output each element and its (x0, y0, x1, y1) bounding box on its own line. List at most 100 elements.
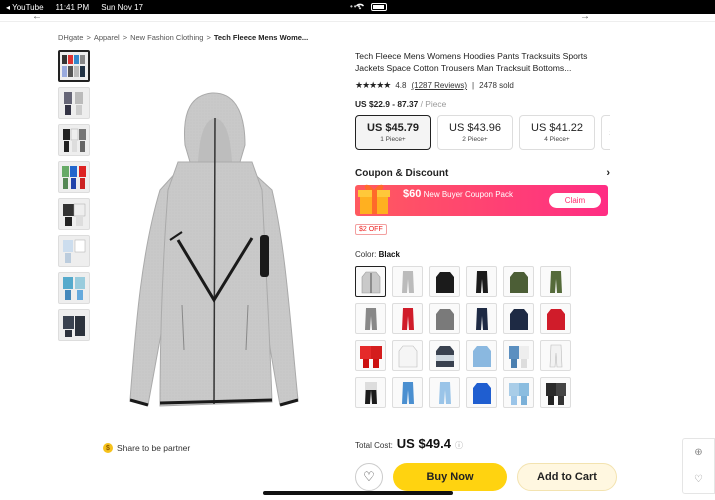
gift-box-icon (356, 180, 392, 216)
product-title: Tech Fleece Mens Womens Hoodies Pants Tr… (355, 51, 588, 73)
thumbnail-6[interactable] (58, 235, 90, 267)
color-swatch[interactable] (392, 303, 423, 334)
price-tier-2[interactable]: US $43.96 2 Piece+ (437, 115, 513, 150)
tier-qty: 4 Piece+ (544, 136, 570, 143)
heart-icon[interactable]: ♡ (694, 474, 703, 485)
coupon-discount-header[interactable]: Coupon & Discount › (355, 167, 610, 179)
rating-value: 4.8 (395, 81, 407, 90)
coupon-description: New Buyer Coupon Pack (423, 190, 513, 199)
color-selected: Black (378, 250, 400, 259)
breadcrumb-item-apparel[interactable]: Apparel (94, 33, 120, 42)
share-partner-label: Share to be partner (117, 443, 191, 453)
color-swatch[interactable] (392, 266, 423, 297)
color-swatch[interactable] (355, 377, 386, 408)
breadcrumb-item-dhgate[interactable]: DHgate (58, 33, 83, 42)
color-swatch[interactable] (429, 340, 460, 371)
color-swatch[interactable] (466, 340, 497, 371)
coupon-heading: Coupon & Discount (355, 167, 449, 179)
breadcrumb-current: Tech Fleece Mens Wome... (213, 33, 309, 42)
main-product-image[interactable] (100, 50, 340, 425)
total-label: Total Cost: (355, 441, 393, 450)
price-unit: / Piece (420, 99, 447, 109)
breadcrumb-separator: > (206, 33, 211, 42)
thumbnail-4[interactable] (58, 161, 90, 193)
add-to-cart-button[interactable]: Add to Cart (517, 463, 617, 491)
price-tier-4[interactable]: 1 (601, 115, 610, 150)
tier-price: US $41.22 (531, 122, 583, 134)
coupon-banner: $60 New Buyer Coupon Pack Claim (355, 184, 608, 216)
action-bar: ♡ Buy Now Add to Cart (355, 463, 617, 491)
claim-button[interactable]: Claim (549, 193, 601, 208)
breadcrumb: DHgate > Apparel > New Fashion Clothing … (58, 33, 308, 42)
wifi-icon (355, 2, 365, 12)
info-icon[interactable]: ⓘ (455, 440, 463, 451)
star-rating-icon: ★★★★★ (355, 80, 391, 90)
color-label-text: Color: (355, 250, 377, 259)
color-swatch[interactable] (429, 377, 460, 408)
color-swatch[interactable] (429, 303, 460, 334)
floating-side-panel: ⊕ ♡ (682, 438, 715, 494)
sold-count: 2478 sold (479, 81, 514, 90)
color-swatch[interactable] (503, 266, 534, 297)
color-swatch[interactable] (392, 340, 423, 371)
color-swatch[interactable] (355, 303, 386, 334)
tier-price: US $43.96 (449, 122, 501, 134)
status-date: Sun Nov 17 (101, 2, 143, 12)
back-arrow-icon[interactable]: ← (32, 11, 42, 22)
total-amount: US $49.4 (396, 436, 451, 451)
price-tiers: US $45.79 1 Piece+ US $43.96 2 Piece+ US… (355, 115, 610, 150)
thumbnail-8[interactable] (58, 309, 90, 341)
coupon-text: $60 New Buyer Coupon Pack (403, 188, 553, 201)
thumbnail-list (58, 50, 92, 346)
color-swatch[interactable] (392, 377, 423, 408)
price-tier-3[interactable]: US $41.22 4 Piece+ (519, 115, 595, 150)
tier-price: US $45.79 (367, 122, 419, 134)
color-swatch[interactable] (355, 340, 386, 371)
breadcrumb-separator: > (122, 33, 128, 42)
breadcrumb-item-new-fashion[interactable]: New Fashion Clothing (130, 33, 203, 42)
color-swatch[interactable] (540, 377, 571, 408)
price-tier-1[interactable]: US $45.79 1 Piece+ (355, 115, 431, 150)
breadcrumb-separator: > (86, 33, 91, 42)
status-bar: ◂ YouTube 11:41 PM Sun Nov 17 ••• (0, 0, 715, 14)
coin-icon: $ (103, 443, 113, 453)
color-swatch[interactable] (503, 340, 534, 371)
thumbnail-2[interactable] (58, 87, 90, 119)
color-swatch[interactable] (503, 303, 534, 334)
reviews-link[interactable]: (1287 Reviews) (411, 81, 467, 90)
share-partner-link[interactable]: $ Share to be partner (103, 443, 190, 453)
plus-circle-icon[interactable]: ⊕ (694, 447, 702, 458)
price-range-value: US $22.9 - 87.37 (355, 99, 419, 109)
color-swatch[interactable] (540, 340, 571, 371)
thumbnail-3[interactable] (58, 124, 90, 156)
tier-qty: 1 (609, 130, 610, 137)
color-swatch[interactable] (503, 377, 534, 408)
color-swatch[interactable] (466, 266, 497, 297)
price-range: US $22.9 - 87.37 / Piece (355, 99, 610, 109)
rating-separator: | (472, 81, 475, 90)
browser-strip: ← → (0, 11, 715, 22)
color-swatch[interactable] (466, 377, 497, 408)
color-swatches (355, 266, 610, 408)
color-swatch[interactable] (540, 266, 571, 297)
color-swatch[interactable] (466, 303, 497, 334)
product-details: Tech Fleece Mens Womens Hoodies Pants Tr… (355, 50, 610, 408)
buy-now-button[interactable]: Buy Now (393, 463, 507, 491)
rating-row: ★★★★★ 4.8 (1287 Reviews) | 2478 sold (355, 80, 610, 91)
coupon-amount: $60 (403, 188, 422, 200)
chevron-right-icon: › (606, 167, 610, 179)
thumbnail-5[interactable] (58, 198, 90, 230)
status-time: 11:41 PM (55, 2, 90, 12)
total-cost: Total Cost: US $49.4 ⓘ (355, 436, 463, 451)
home-indicator[interactable] (263, 491, 453, 495)
color-swatch[interactable] (540, 303, 571, 334)
forward-arrow-icon[interactable]: → (580, 11, 590, 22)
color-swatch[interactable] (355, 266, 386, 297)
discount-badge: $2 OFF (355, 224, 387, 235)
tier-qty: 1 Piece+ (380, 136, 406, 143)
thumbnail-1[interactable] (58, 50, 90, 82)
color-label: Color: Black (355, 250, 610, 259)
thumbnail-7[interactable] (58, 272, 90, 304)
wishlist-heart-icon[interactable]: ♡ (355, 463, 383, 491)
color-swatch[interactable] (429, 266, 460, 297)
